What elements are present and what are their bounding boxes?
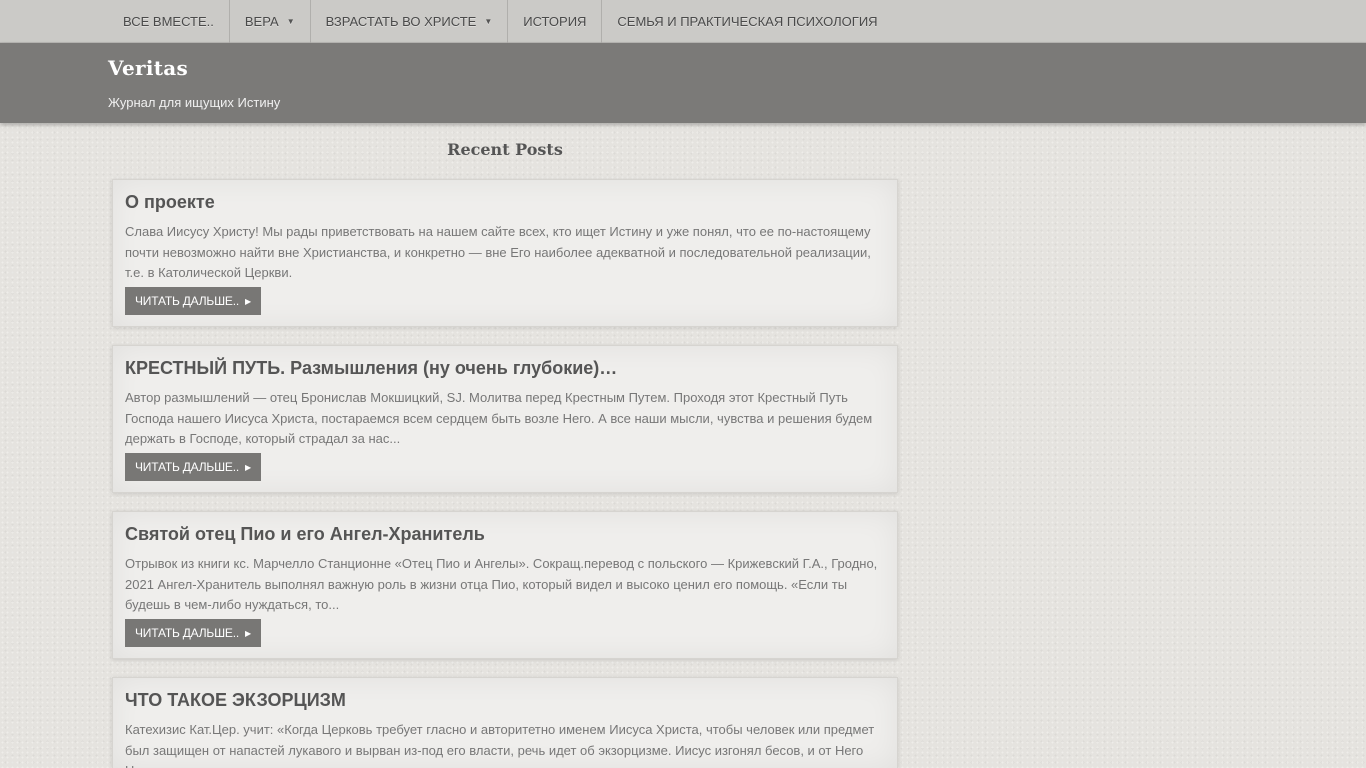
top-navigation: ВСЕ ВМЕСТЕ.. ВЕРА ▼ ВЗРАСТАТЬ ВО ХРИСТЕ ▼ …: [0, 0, 1366, 43]
caret-down-icon: ▼: [484, 17, 493, 26]
post-title[interactable]: КРЕСТНЫЙ ПУТЬ. Размышления (ну очень глу…: [125, 358, 617, 379]
nav-item-family-psychology[interactable]: СЕМЬЯ И ПРАКТИЧЕСКАЯ ПСИХОЛОГИЯ: [602, 0, 892, 43]
post-title[interactable]: Святой отец Пио и его Ангел-Хранитель: [125, 524, 485, 545]
post-card: О проекте Слава Иисусу Христу! Мы рады п…: [112, 179, 898, 327]
post-title[interactable]: ЧТО ТАКОЕ ЭКЗОРЦИЗМ: [125, 690, 346, 711]
section-title: Recent Posts: [447, 140, 563, 159]
read-more-label: ЧИТАТЬ ДАЛЬШЕ..: [135, 626, 239, 640]
post-excerpt: Катехизис Кат.Цер. учит: «Когда Церковь …: [125, 722, 875, 768]
site-title[interactable]: Veritas: [108, 56, 188, 80]
post-card: КРЕСТНЫЙ ПУТЬ. Размышления (ну очень глу…: [112, 345, 898, 493]
post-title[interactable]: О проекте: [125, 192, 215, 213]
nav-item-label: ВЗРАСТАТЬ ВО ХРИСТЕ: [325, 14, 477, 29]
nav-item-faith[interactable]: ВЕРА ▼: [230, 0, 311, 43]
read-more-button[interactable]: ЧИТАТЬ ДАЛЬШЕ.. ▶: [125, 453, 261, 481]
nav-item-label: ВЕРА: [244, 14, 279, 29]
post-card: ЧТО ТАКОЕ ЭКЗОРЦИЗМ Катехизис Кат.Цер. у…: [112, 677, 898, 768]
nav-item-all-together[interactable]: ВСЕ ВМЕСТЕ..: [108, 0, 230, 43]
post-excerpt: Автор размышлений — отец Бронислав Мокши…: [125, 390, 873, 446]
nav-item-label: СЕМЬЯ И ПРАКТИЧЕСКАЯ ПСИХОЛОГИЯ: [617, 14, 878, 29]
caret-down-icon: ▼: [286, 17, 295, 26]
caret-right-icon: ▶: [244, 462, 251, 472]
post-excerpt: Отрывок из книги кс. Марчелло Станционне…: [125, 556, 878, 612]
nav-menu: ВСЕ ВМЕСТЕ.. ВЕРА ▼ ВЗРАСТАТЬ ВО ХРИСТЕ ▼ …: [108, 0, 893, 43]
site-header: Veritas Журнал для ищущих Истину: [0, 43, 1366, 123]
read-more-button[interactable]: ЧИТАТЬ ДАЛЬШЕ.. ▶: [125, 287, 261, 315]
post-card: Святой отец Пио и его Ангел-Хранитель От…: [112, 511, 898, 659]
post-excerpt: Слава Иисусу Христу! Мы рады приветствов…: [125, 224, 871, 280]
nav-item-history[interactable]: ИСТОРИЯ: [508, 0, 603, 43]
read-more-label: ЧИТАТЬ ДАЛЬШЕ..: [135, 460, 239, 474]
nav-item-grow-in-christ[interactable]: ВЗРАСТАТЬ ВО ХРИСТЕ ▼: [311, 0, 509, 43]
caret-right-icon: ▶: [244, 628, 251, 638]
read-more-button[interactable]: ЧИТАТЬ ДАЛЬШЕ.. ▶: [125, 619, 261, 647]
read-more-label: ЧИТАТЬ ДАЛЬШЕ..: [135, 294, 239, 308]
site-description: Журнал для ищущих Истину: [108, 95, 281, 110]
caret-right-icon: ▶: [244, 296, 251, 306]
nav-item-label: ВСЕ ВМЕСТЕ..: [123, 14, 214, 29]
nav-item-label: ИСТОРИЯ: [523, 14, 587, 29]
